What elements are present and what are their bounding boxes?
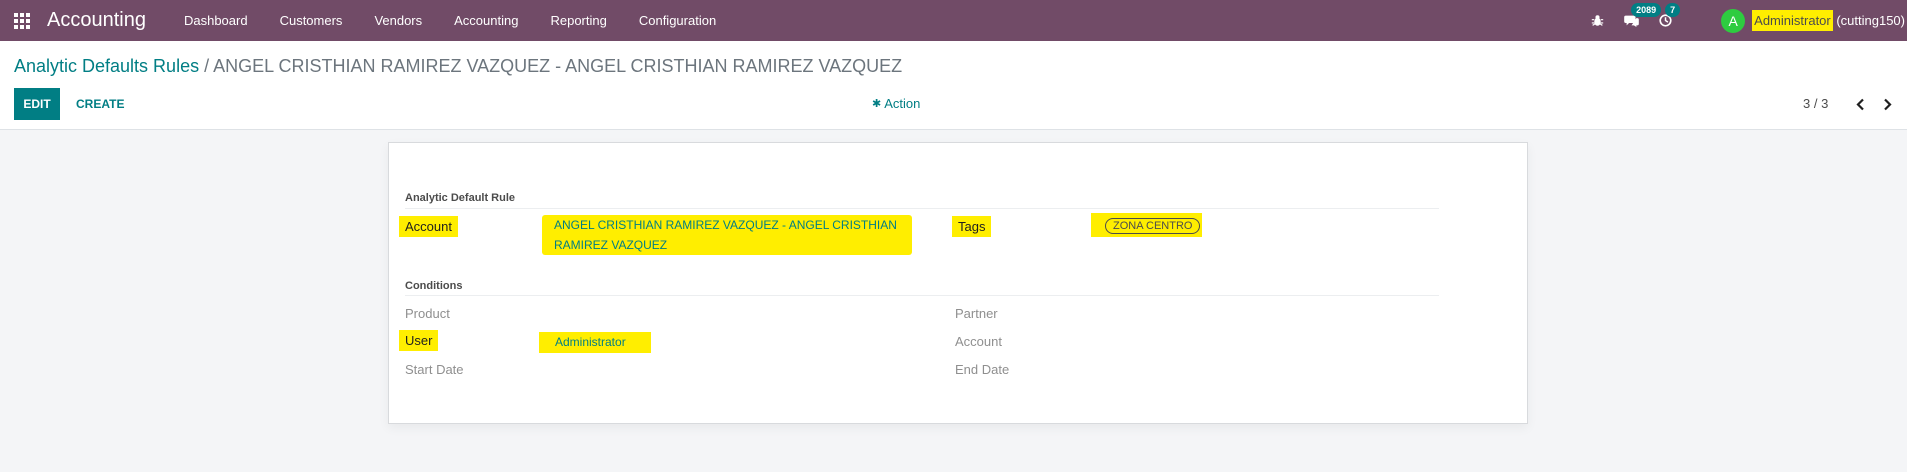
breadcrumb-current: ANGEL CRISTHIAN RAMIREZ VAZQUEZ - ANGEL … (213, 56, 903, 76)
group-title-conditions: Conditions (405, 280, 463, 292)
create-button[interactable]: CREATE (64, 88, 136, 120)
action-label: Action (884, 96, 921, 111)
menu-accounting[interactable]: Accounting (438, 13, 534, 28)
menu-reporting[interactable]: Reporting (534, 13, 622, 28)
chevron-left-icon (1855, 98, 1864, 110)
tag-badge[interactable]: ZONA CENTRO (1105, 218, 1201, 234)
action-menu-button[interactable]: ✱ Action (872, 96, 920, 111)
user-menu-label: Administrator (cutting150) (1752, 10, 1905, 31)
group-separator (405, 208, 1439, 209)
edit-button[interactable]: EDIT (14, 88, 60, 120)
account-value-line2: RAMIREZ VAZQUEZ (554, 238, 668, 252)
messages-chat-icon[interactable]: 2089 (1623, 2, 1662, 29)
gear-icon: ✱ (872, 98, 882, 110)
form-sheet: Analytic Default Rule Account ANGEL CRIS… (388, 142, 1528, 424)
product-label: Product (405, 306, 450, 321)
group-title-analytic-default-rule: Analytic Default Rule (405, 192, 516, 204)
menu-dashboard[interactable]: Dashboard (168, 13, 264, 28)
user-menu[interactable]: A Administrator (cutting150) (1721, 8, 1905, 33)
pager-value[interactable]: 3 / 3 (1803, 96, 1828, 111)
user-database: (cutting150) (1832, 13, 1905, 28)
tags-label: Tags (952, 216, 992, 237)
menu-customers[interactable]: Customers (264, 13, 359, 28)
control-panel: Analytic Defaults Rules / ANGEL CRISTHIA… (0, 41, 1907, 130)
chevron-right-icon (1883, 98, 1892, 110)
menu-vendors[interactable]: Vendors (358, 13, 438, 28)
tags-field: ZONA CENTRO (1091, 213, 1202, 237)
account-condition-label: Account (955, 334, 1002, 349)
activities-clock-icon[interactable]: 7 (1657, 2, 1681, 29)
apps-menu-icon[interactable] (14, 12, 30, 29)
top-navbar: Accounting Dashboard Customers Vendors A… (0, 0, 1907, 41)
app-name[interactable]: Accounting (47, 9, 146, 32)
menu-configuration[interactable]: Configuration (623, 13, 732, 28)
activities-count-badge: 7 (1665, 2, 1681, 17)
user-value-link[interactable]: Administrator (539, 332, 651, 353)
main-menu: Dashboard Customers Vendors Accounting R… (168, 13, 732, 28)
pager-previous-button[interactable] (1850, 93, 1870, 115)
systray: 2089 7 A Administrator (cutting150) (1589, 0, 1907, 41)
avatar: A (1721, 8, 1746, 33)
breadcrumb: Analytic Defaults Rules / ANGEL CRISTHIA… (14, 56, 902, 77)
end-date-label: End Date (955, 362, 1010, 377)
start-date-label: Start Date (405, 362, 464, 377)
account-label: Account (399, 216, 458, 237)
debug-bug-icon[interactable] (1589, 13, 1605, 29)
pager-next-button[interactable] (1877, 93, 1897, 115)
user-label: User (399, 330, 439, 351)
account-value-line1: ANGEL CRISTHIAN RAMIREZ VAZQUEZ - ANGEL … (554, 218, 897, 232)
breadcrumb-parent-link[interactable]: Analytic Defaults Rules (14, 56, 199, 76)
group-separator (405, 295, 1439, 296)
user-name: Administrator (1752, 10, 1833, 31)
breadcrumb-separator: / (199, 56, 214, 76)
account-value-link[interactable]: ANGEL CRISTHIAN RAMIREZ VAZQUEZ - ANGEL … (542, 215, 912, 255)
partner-label: Partner (955, 306, 998, 321)
